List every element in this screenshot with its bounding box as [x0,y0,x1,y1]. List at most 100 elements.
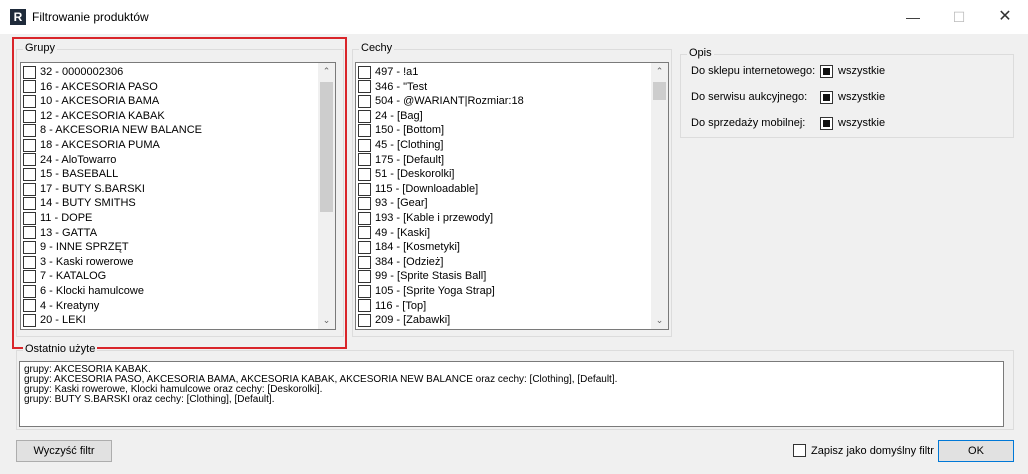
checkbox[interactable] [23,226,36,240]
checkbox[interactable] [23,153,36,167]
list-item[interactable]: 13 - GATTA [23,226,317,241]
title-bar: R Filtrowanie produktów — ☐ ✕ [0,0,1028,34]
groups-listbox[interactable]: 32 - 0000002306 16 - AKCESORIA PASO 10 -… [20,62,336,330]
checkbox[interactable] [358,65,371,79]
checkbox[interactable] [23,80,36,94]
checkbox[interactable] [23,255,36,269]
save-default-label: Zapisz jako domyślny filtr [811,445,934,457]
description-panel: Opis Do sklepu internetowego: wszystkie … [680,47,1014,138]
list-item[interactable]: 6 - Klocki hamulcowe [23,284,317,299]
checkbox[interactable] [358,109,371,123]
list-item[interactable]: 51 - [Deskorolki] [358,167,650,182]
list-item[interactable]: 11 - DOPE [23,211,317,226]
list-item[interactable]: 4 - Kreatyny [23,299,317,314]
checkbox[interactable] [358,80,371,94]
checkbox[interactable] [358,255,371,269]
list-item[interactable]: 20 - LEKI [23,313,317,328]
save-default-checkbox[interactable] [793,444,806,457]
checkbox[interactable] [23,197,36,211]
list-item[interactable]: 193 - [Kable i przewody] [358,211,650,226]
checkbox[interactable] [23,240,36,254]
list-item[interactable]: 184 - [Kosmetyki] [358,240,650,255]
features-scrollbar[interactable]: ⌃ ⌄ [651,63,668,329]
scroll-thumb[interactable] [653,82,666,100]
ok-button[interactable]: OK [938,440,1014,462]
list-item[interactable]: 12 - AKCESORIA KABAK [23,109,317,124]
checkbox[interactable] [358,94,371,108]
checkbox[interactable] [23,124,36,138]
checkbox[interactable] [23,138,36,152]
list-item[interactable]: 504 - @WARIANT|Rozmiar:18 [358,94,650,109]
checkbox[interactable] [23,94,36,108]
list-item[interactable]: 16 - AKCESORIA PASO [23,80,317,95]
list-item[interactable]: 24 - AloTowarro [23,153,317,168]
checkbox[interactable] [23,182,36,196]
minimize-button[interactable]: — [890,0,936,34]
close-button[interactable]: ✕ [982,0,1028,34]
list-item[interactable]: 14 - BUTY SMITHS [23,196,317,211]
maximize-button[interactable]: ☐ [936,0,982,34]
checkbox[interactable] [358,167,371,181]
scroll-up-icon[interactable]: ⌃ [651,63,668,80]
list-item[interactable]: 346 - "Test [358,80,650,95]
checkbox[interactable] [23,313,36,327]
list-item[interactable]: 15 - BASEBALL [23,167,317,182]
mobile-checkbox[interactable] [820,117,833,130]
checkbox[interactable] [23,211,36,225]
list-item[interactable]: 17 - BUTY S.BARSKI [23,182,317,197]
list-item[interactable]: 497 - !a1 [358,65,650,80]
scroll-up-icon[interactable]: ⌃ [318,63,335,80]
features-label: Cechy [359,42,395,54]
window-title: Filtrowanie produktów [32,10,149,24]
recent-filters-textarea[interactable]: grupy: AKCESORIA KABAK. grupy: AKCESORIA… [19,361,1004,427]
list-item[interactable]: 45 - [Clothing] [358,138,650,153]
list-item[interactable]: 115 - [Downloadable] [358,182,650,197]
checkbox[interactable] [358,211,371,225]
checkbox[interactable] [23,284,36,298]
list-item[interactable]: 116 - [Top] [358,299,650,314]
checkbox[interactable] [23,270,36,284]
online-store-value: wszystkie [838,65,886,77]
features-listbox[interactable]: 497 - !a1 346 - "Test 504 - @WARIANT|Roz… [355,62,669,330]
groups-scrollbar[interactable]: ⌃ ⌄ [318,63,335,329]
online-store-row: Do sklepu internetowego: [691,63,815,79]
checkbox[interactable] [358,138,371,152]
list-item[interactable]: 10 - AKCESORIA BAMA [23,94,317,109]
checkbox[interactable] [358,153,371,167]
checkbox[interactable] [358,182,371,196]
checkbox[interactable] [358,299,371,313]
auction-checkbox[interactable] [820,91,833,104]
list-item[interactable]: 3 - Kaski rowerowe [23,255,317,270]
list-item[interactable]: 150 - [Bottom] [358,123,650,138]
checkbox[interactable] [358,124,371,138]
list-item[interactable]: 99 - [Sprite Stasis Ball] [358,269,650,284]
list-item[interactable]: 7 - KATALOG [23,269,317,284]
checkbox[interactable] [23,109,36,123]
list-item[interactable]: 384 - [Odzież] [358,255,650,270]
list-item[interactable]: 32 - 0000002306 [23,65,317,80]
checkbox[interactable] [358,197,371,211]
list-item[interactable]: 24 - [Bag] [358,109,650,124]
checkbox[interactable] [358,226,371,240]
list-item[interactable]: 93 - [Gear] [358,196,650,211]
scroll-thumb[interactable] [320,82,333,212]
checkbox[interactable] [358,284,371,298]
checkbox[interactable] [358,240,371,254]
scroll-down-icon[interactable]: ⌄ [651,312,668,329]
checkbox[interactable] [23,167,36,181]
list-item[interactable]: 18 - AKCESORIA PUMA [23,138,317,153]
clear-filter-button[interactable]: Wyczyść filtr [16,440,112,462]
list-item[interactable]: 9 - INNE SPRZĘT [23,240,317,255]
mobile-value: wszystkie [838,117,886,129]
checkbox[interactable] [358,270,371,284]
checkbox[interactable] [23,65,36,79]
list-item[interactable]: 8 - AKCESORIA NEW BALANCE [23,123,317,138]
list-item[interactable]: 49 - [Kaski] [358,226,650,241]
online-store-checkbox[interactable] [820,65,833,78]
checkbox[interactable] [358,313,371,327]
list-item[interactable]: 175 - [Default] [358,153,650,168]
checkbox[interactable] [23,299,36,313]
list-item[interactable]: 105 - [Sprite Yoga Strap] [358,284,650,299]
scroll-down-icon[interactable]: ⌄ [318,312,335,329]
list-item[interactable]: 209 - [Zabawki] [358,313,650,328]
